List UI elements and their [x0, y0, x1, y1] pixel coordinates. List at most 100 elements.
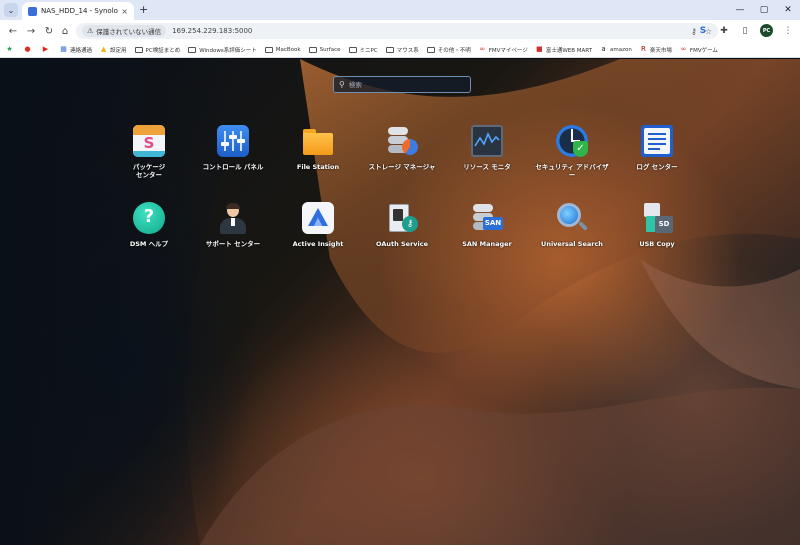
- amazon-icon: a: [601, 45, 606, 53]
- new-tab-button[interactable]: +: [139, 3, 148, 17]
- tab-close-icon[interactable]: ×: [121, 7, 128, 16]
- app-file-station[interactable]: File Station: [280, 125, 356, 171]
- fmv-icon: ∞: [479, 45, 486, 53]
- app-label: セキュリティ アドバイザー: [535, 163, 609, 179]
- app-log-center[interactable]: ログ センター: [619, 125, 695, 171]
- resource-monitor-icon: [471, 125, 503, 157]
- bookmark-item[interactable]: ▲ 設定用: [100, 46, 127, 54]
- app-support-center[interactable]: サポート センター: [195, 202, 271, 248]
- app-search-input[interactable]: [348, 80, 459, 89]
- log-center-icon: [641, 125, 673, 157]
- universal-search-icon: [556, 202, 588, 234]
- bookmark-item[interactable]: ▶: [42, 46, 52, 53]
- app-usb-copy[interactable]: SD USB Copy: [619, 202, 695, 248]
- app-label: File Station: [296, 163, 340, 171]
- folder-icon: [264, 46, 273, 53]
- tab-search-button[interactable]: ⌄: [4, 3, 18, 17]
- app-oauth-service[interactable]: ⚷ OAuth Service: [364, 202, 440, 248]
- bookmark-item[interactable]: MacBook: [264, 46, 301, 53]
- bookmark-item[interactable]: ▦ 連絡通過: [60, 46, 92, 54]
- usb-copy-icon: SD: [641, 202, 673, 234]
- extensions-puzzle-icon[interactable]: ✚: [718, 25, 730, 37]
- app-dsm-help[interactable]: ? DSM ヘルプ: [111, 202, 187, 248]
- rakuten-icon: R: [640, 45, 646, 53]
- app-storage-manager[interactable]: ストレージ マネージャ: [364, 125, 440, 171]
- star-icon: ★: [6, 45, 13, 53]
- bookmark-label: Windows系評価シート: [199, 47, 257, 54]
- security-chip-label: 保護されていない通信: [96, 28, 162, 36]
- tab-nas[interactable]: NAS_HDD_14 - Synology NAS ×: [22, 2, 134, 20]
- app-label: リソース モニタ: [463, 163, 511, 171]
- folder-icon: [308, 46, 317, 53]
- folder-icon: [348, 46, 357, 53]
- password-key-icon[interactable]: ⚷: [691, 27, 697, 36]
- bookmark-item[interactable]: Windows系評価シート: [188, 46, 257, 54]
- app-security-advisor[interactable]: ✓ セキュリティ アドバイザー: [534, 125, 610, 179]
- url-text[interactable]: 169.254.229.183:5000: [172, 27, 252, 35]
- address-bar[interactable]: ⚠ 保護されていない通信 169.254.229.183:5000 ⚷ ☆: [76, 23, 718, 39]
- bookmark-item[interactable]: ■ 富士通WEB MART: [536, 46, 592, 54]
- control-panel-icon: [217, 125, 249, 157]
- forward-arrow-icon[interactable]: →: [24, 24, 38, 38]
- app-label: コントロール パネル: [202, 163, 264, 171]
- app-label: パッケージ センター: [132, 163, 166, 179]
- support-center-icon: [217, 202, 249, 234]
- folder-icon: [385, 46, 394, 53]
- app-active-insight[interactable]: Active Insight: [280, 202, 356, 248]
- bookmarks-bar: ★ ● ▶ ▦ 連絡通過 ▲ 設定用 PC検証まとめ Windows系評価シート MacBook S…: [0, 42, 800, 58]
- bookmark-item[interactable]: その他・不明: [426, 46, 471, 54]
- bookmark-label: マウス系: [396, 47, 419, 54]
- app-resource-monitor[interactable]: リソース モニタ: [449, 125, 525, 171]
- reload-icon[interactable]: ↻: [42, 24, 56, 38]
- bookmark-item[interactable]: マウス系: [385, 46, 419, 54]
- close-window-button[interactable]: ✕: [776, 0, 800, 20]
- app-control-panel[interactable]: コントロール パネル: [195, 125, 271, 171]
- app-label: ストレージ マネージャ: [368, 163, 436, 171]
- bookmark-label: 連絡通過: [70, 47, 93, 54]
- bookmark-label: 設定用: [110, 47, 127, 54]
- security-chip[interactable]: ⚠ 保護されていない通信: [82, 25, 167, 37]
- bookmark-label: MacBook: [275, 46, 301, 53]
- bookmark-item[interactable]: R 楽天市場: [640, 46, 672, 54]
- fujitsu-icon: ■: [536, 45, 543, 53]
- bookmark-label: amazon: [610, 46, 632, 53]
- side-panel-icon[interactable]: ▯: [739, 25, 751, 37]
- minimize-button[interactable]: —: [728, 0, 752, 20]
- extension-s-icon[interactable]: S: [697, 25, 709, 37]
- folder-icon: [134, 46, 143, 53]
- bookmark-item[interactable]: PC検証まとめ: [134, 46, 180, 54]
- app-san-manager[interactable]: SAN SAN Manager: [449, 202, 525, 248]
- bookmark-item[interactable]: Surface: [308, 46, 341, 53]
- home-icon[interactable]: ⌂: [58, 24, 72, 38]
- back-arrow-icon[interactable]: ←: [6, 24, 20, 38]
- bookmark-item[interactable]: a amazon: [600, 46, 632, 53]
- warning-icon: ⚠: [87, 27, 94, 35]
- san-manager-icon: SAN: [471, 202, 503, 234]
- bookmark-item[interactable]: ∞ FMVマイページ: [479, 45, 528, 54]
- app-label: Active Insight: [292, 240, 344, 248]
- page-icon: ▦: [60, 45, 67, 53]
- app-search-box[interactable]: ⚲: [333, 76, 471, 93]
- bookmark-item[interactable]: ★: [6, 46, 16, 53]
- search-icon: ⚲: [339, 80, 345, 89]
- maximize-button[interactable]: ▢: [752, 0, 776, 20]
- folder-icon: [426, 46, 435, 53]
- drive-icon: ▲: [100, 45, 107, 53]
- bookmark-label: ミニPC: [359, 47, 378, 54]
- app-package-center[interactable]: S パッケージ センター: [111, 125, 187, 179]
- active-insight-icon: [302, 202, 334, 234]
- bookmark-item[interactable]: ●: [24, 46, 34, 53]
- menu-dots-icon[interactable]: ⋮: [782, 25, 794, 37]
- fmv-icon: ∞: [680, 45, 687, 53]
- file-station-icon: [302, 125, 334, 157]
- app-universal-search[interactable]: Universal Search: [534, 202, 610, 248]
- profile-avatar[interactable]: PC: [760, 24, 773, 37]
- bookmark-item[interactable]: ミニPC: [348, 46, 378, 54]
- app-label: OAuth Service: [375, 240, 429, 248]
- bookmark-item[interactable]: ∞ FMVゲーム: [680, 45, 717, 54]
- bookmark-label: FMVマイページ: [488, 47, 528, 54]
- map-icon: ●: [24, 45, 31, 53]
- bookmark-label: その他・不明: [437, 47, 471, 54]
- app-label: サポート センター: [205, 240, 261, 248]
- tab-strip: ⌄ NAS_HDD_14 - Synology NAS × + — ▢ ✕: [0, 0, 800, 20]
